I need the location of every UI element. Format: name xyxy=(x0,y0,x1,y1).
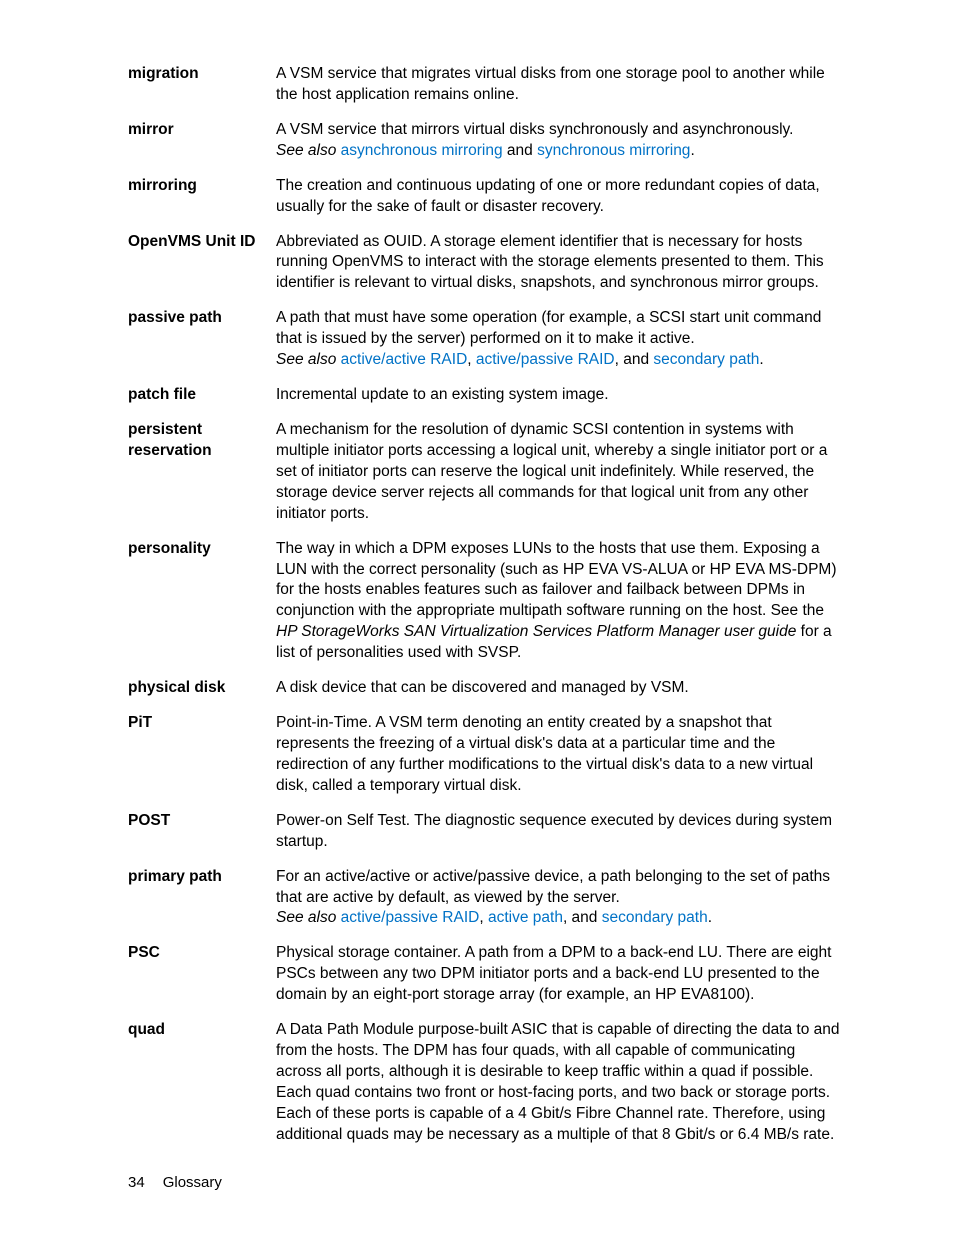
entry-pit: PiT Point-in-Time. A VSM term denoting a… xyxy=(128,713,844,797)
entry-passive-path: passive path A path that must have some … xyxy=(128,308,844,371)
term-passive-path: passive path xyxy=(128,308,276,371)
def-personality-ital: HP StorageWorks SAN Virtualization Servi… xyxy=(276,623,796,640)
def-personality-pre: The way in which a DPM exposes LUNs to t… xyxy=(276,540,837,620)
def-openvms: Abbreviated as OUID. A storage element i… xyxy=(276,232,844,295)
see-mid1: , xyxy=(467,351,476,368)
term-patch-file: patch file xyxy=(128,385,276,406)
def-passive-text: A path that must have some operation (fo… xyxy=(276,309,821,347)
def-persistent-reservation: A mechanism for the resolution of dynami… xyxy=(276,420,844,525)
term-pit: PiT xyxy=(128,713,276,797)
def-pit: Point-in-Time. A VSM term denoting an en… xyxy=(276,713,844,797)
def-primary-path: For an active/active or active/passive d… xyxy=(276,867,844,930)
entry-mirror: mirror A VSM service that mirrors virtua… xyxy=(128,120,844,162)
entry-openvms: OpenVMS Unit ID Abbreviated as OUID. A s… xyxy=(128,232,844,295)
link-active-passive-raid[interactable]: active/passive RAID xyxy=(341,909,480,926)
link-secondary-path[interactable]: secondary path xyxy=(602,909,708,926)
term-physical-disk: physical disk xyxy=(128,678,276,699)
term-openvms: OpenVMS Unit ID xyxy=(128,232,276,295)
entry-mirroring: mirroring The creation and continuous up… xyxy=(128,176,844,218)
entry-persistent-reservation: persistent reservation A mechanism for t… xyxy=(128,420,844,525)
see-mid2: , and xyxy=(615,351,654,368)
def-mirroring: The creation and continuous updating of … xyxy=(276,176,844,218)
entry-personality: personality The way in which a DPM expos… xyxy=(128,539,844,665)
link-sync-mirroring[interactable]: synchronous mirroring xyxy=(537,142,690,159)
term-persistent-reservation: persistent reservation xyxy=(128,420,276,525)
page-footer: 34 Glossary xyxy=(128,1173,222,1193)
link-active-active-raid[interactable]: active/active RAID xyxy=(341,351,468,368)
link-active-passive-raid[interactable]: active/passive RAID xyxy=(476,351,615,368)
entry-physical-disk: physical disk A disk device that can be … xyxy=(128,678,844,699)
see-also-label: See also xyxy=(276,142,341,159)
see-mid: and xyxy=(503,142,537,159)
def-passive-path: A path that must have some operation (fo… xyxy=(276,308,844,371)
see-end: . xyxy=(690,142,694,159)
def-post: Power-on Self Test. The diagnostic seque… xyxy=(276,811,844,853)
term-psc: PSC xyxy=(128,943,276,1006)
term-mirror: mirror xyxy=(128,120,276,162)
def-physical-disk: A disk device that can be discovered and… xyxy=(276,678,844,699)
see-end: . xyxy=(708,909,712,926)
glossary-page: migration A VSM service that migrates vi… xyxy=(0,0,954,1235)
entry-migration: migration A VSM service that migrates vi… xyxy=(128,64,844,106)
link-async-mirroring[interactable]: asynchronous mirroring xyxy=(341,142,503,159)
see-also-label: See also xyxy=(276,909,341,926)
term-quad: quad xyxy=(128,1020,276,1146)
entry-quad: quad A Data Path Module purpose-built AS… xyxy=(128,1020,844,1146)
def-psc: Physical storage container. A path from … xyxy=(276,943,844,1006)
see-mid1: , xyxy=(479,909,488,926)
def-patch-file: Incremental update to an existing system… xyxy=(276,385,844,406)
entry-psc: PSC Physical storage container. A path f… xyxy=(128,943,844,1006)
term-personality: personality xyxy=(128,539,276,665)
footer-section: Glossary xyxy=(163,1174,222,1191)
term-mirroring: mirroring xyxy=(128,176,276,218)
def-quad: A Data Path Module purpose-built ASIC th… xyxy=(276,1020,844,1146)
def-mirror-text: A VSM service that mirrors virtual disks… xyxy=(276,121,793,138)
def-mirror: A VSM service that mirrors virtual disks… xyxy=(276,120,844,162)
def-migration: A VSM service that migrates virtual disk… xyxy=(276,64,844,106)
def-personality: The way in which a DPM exposes LUNs to t… xyxy=(276,539,844,665)
see-end: . xyxy=(759,351,763,368)
entry-patch-file: patch file Incremental update to an exis… xyxy=(128,385,844,406)
see-also-label: See also xyxy=(276,351,341,368)
see-mid2: , and xyxy=(563,909,602,926)
entry-primary-path: primary path For an active/active or act… xyxy=(128,867,844,930)
entry-post: POST Power-on Self Test. The diagnostic … xyxy=(128,811,844,853)
def-primary-text: For an active/active or active/passive d… xyxy=(276,868,830,906)
term-primary-path: primary path xyxy=(128,867,276,930)
page-number: 34 xyxy=(128,1174,145,1191)
term-post: POST xyxy=(128,811,276,853)
link-active-path[interactable]: active path xyxy=(488,909,563,926)
term-migration: migration xyxy=(128,64,276,106)
link-secondary-path[interactable]: secondary path xyxy=(653,351,759,368)
